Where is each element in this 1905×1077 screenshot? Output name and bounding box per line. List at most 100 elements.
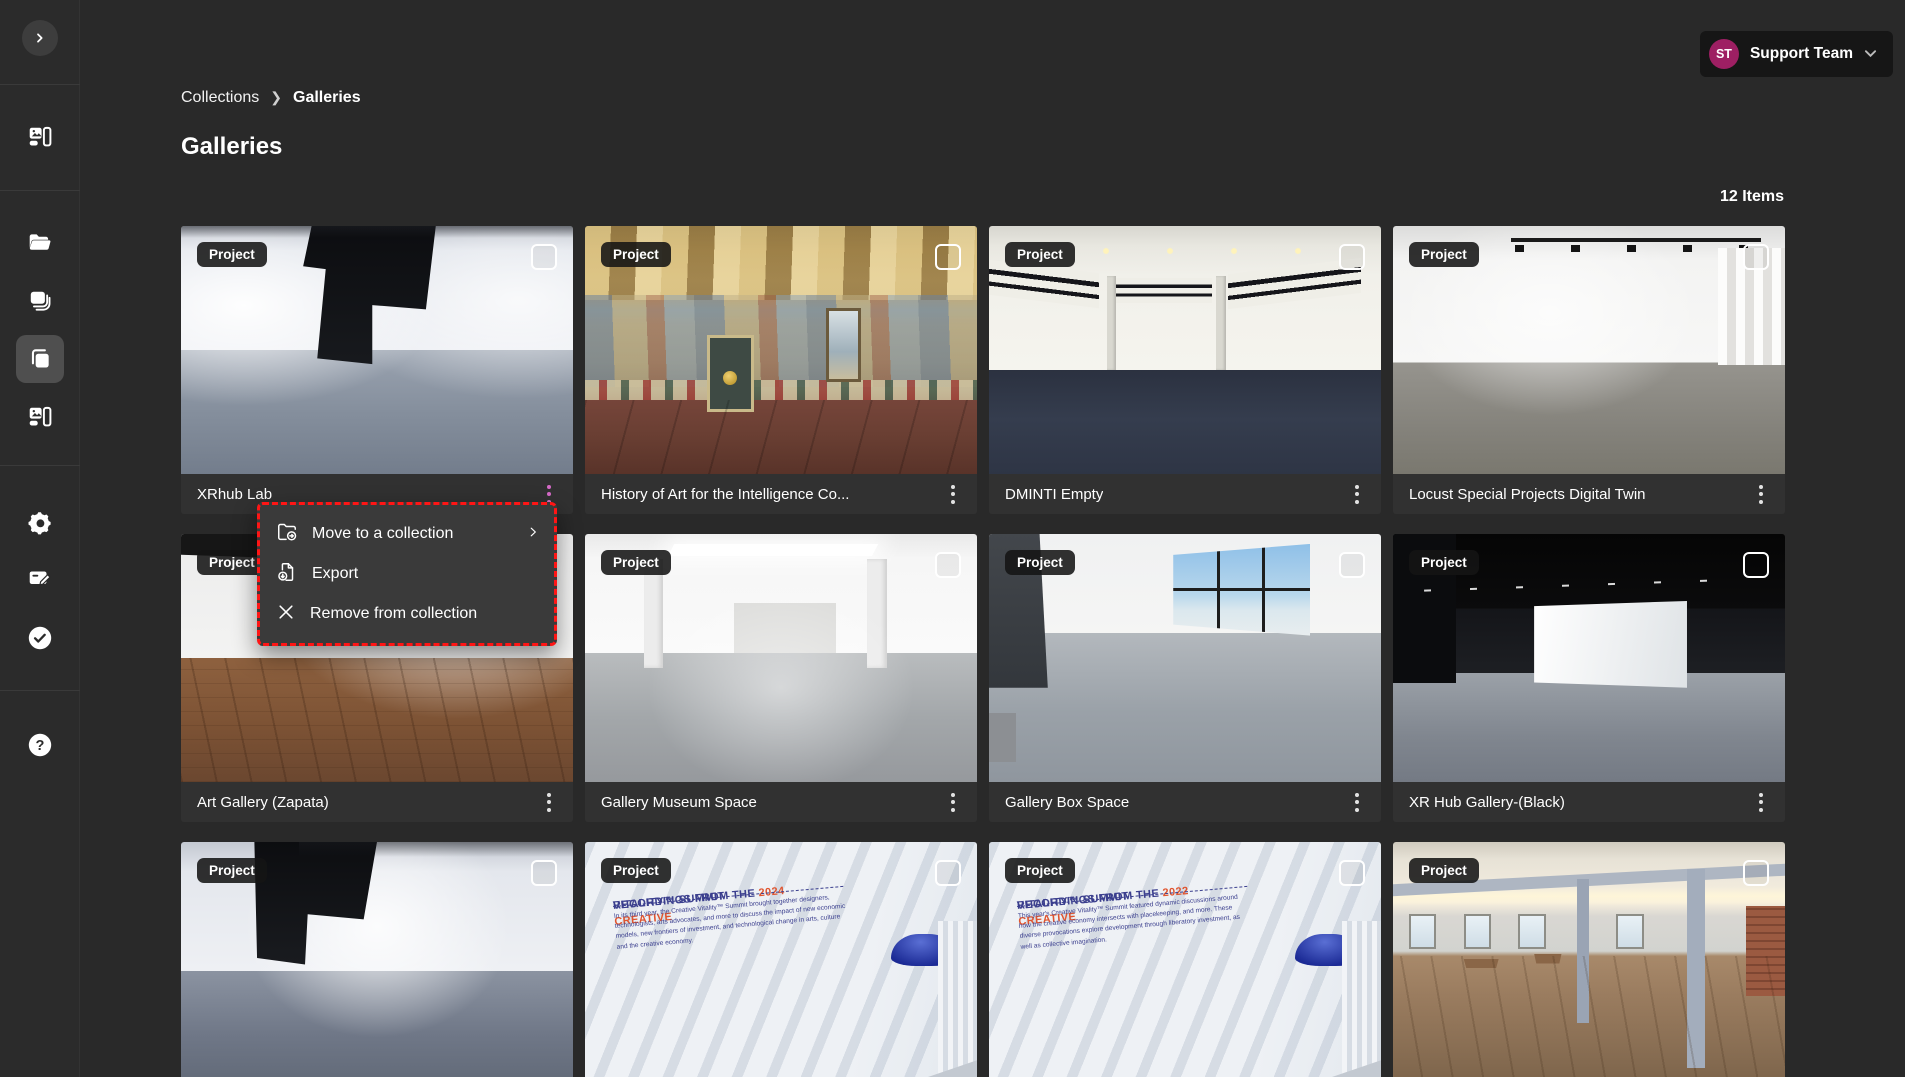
card-checkbox[interactable]	[1339, 244, 1365, 270]
check-circle-icon	[26, 624, 54, 652]
project-badge: Project	[601, 858, 671, 883]
sidebar-item-overview[interactable]	[16, 113, 64, 161]
sidebar-divider	[0, 465, 80, 466]
kebab-menu-icon[interactable]	[1747, 480, 1775, 508]
kebab-menu-icon[interactable]	[1343, 788, 1371, 816]
card-thumbnail: Project	[1393, 226, 1785, 474]
breadcrumb-galleries: Galleries	[293, 89, 361, 107]
page-title: Galleries	[181, 133, 282, 161]
menu-item-remove-from-collection[interactable]: Remove from collection	[260, 594, 554, 634]
sidebar-item-feedback[interactable]	[16, 554, 64, 602]
card-title: Art Gallery (Zapata)	[197, 794, 329, 811]
menu-item-move-to-collection[interactable]: Move to a collection	[260, 514, 554, 554]
card-checkbox[interactable]	[1743, 860, 1769, 886]
gallery-card[interactable]: Project DMINTI Empty	[989, 226, 1381, 514]
menu-item-export[interactable]: Export	[260, 554, 554, 594]
sidebar-item-galleries[interactable]	[16, 335, 64, 383]
copy-icon	[27, 346, 53, 372]
project-badge: Project	[601, 550, 671, 575]
card-thumbnail: Project	[181, 226, 573, 474]
kebab-menu-icon[interactable]	[535, 788, 563, 816]
card-thumbnail: RECORDINGS FROM THE 2024 CREATIVE VITALI…	[585, 842, 977, 1077]
card-checkbox[interactable]	[531, 860, 557, 886]
chevron-right-icon	[32, 30, 48, 46]
project-badge: Project	[1005, 858, 1075, 883]
gallery-card[interactable]: Project History of Art for the Intellige…	[585, 226, 977, 514]
project-badge: Project	[1005, 550, 1075, 575]
gallery-card[interactable]: Project	[181, 842, 573, 1077]
card-checkbox[interactable]	[1743, 552, 1769, 578]
gallery-grid: Project XRhub Lab Project History of Art…	[181, 226, 1785, 1077]
project-badge: Project	[197, 242, 267, 267]
gallery-card[interactable]: RECORDINGS FROM THE 2024 CREATIVE VITALI…	[585, 842, 977, 1077]
kebab-menu-icon[interactable]	[1747, 788, 1775, 816]
dashboard-icon	[27, 404, 53, 430]
breadcrumb-collections[interactable]: Collections	[181, 89, 259, 107]
menu-item-label: Move to a collection	[312, 525, 453, 543]
folder-open-icon	[27, 230, 53, 256]
card-checkbox[interactable]	[935, 244, 961, 270]
card-thumbnail: Project	[1393, 534, 1785, 782]
card-thumbnail: Project	[585, 226, 977, 474]
sidebar-item-help[interactable]: ?	[16, 721, 64, 769]
card-thumbnail: RECORDINGS FROM THE 2022 CREATIVE VITALI…	[989, 842, 1381, 1077]
sidebar-item-projects[interactable]	[16, 219, 64, 267]
gallery-card[interactable]: RECORDINGS FROM THE 2022 CREATIVE VITALI…	[989, 842, 1381, 1077]
dashboard-icon	[27, 124, 53, 150]
card-checkbox[interactable]	[935, 552, 961, 578]
user-menu[interactable]: ST Support Team	[1700, 31, 1893, 77]
project-badge: Project	[1005, 242, 1075, 267]
card-checkbox[interactable]	[1743, 244, 1769, 270]
sidebar-divider	[0, 690, 80, 691]
sidebar-divider	[0, 84, 80, 85]
breadcrumb: Collections ❯ Galleries	[181, 89, 361, 107]
sidebar-item-settings[interactable]	[16, 499, 64, 547]
menu-item-label: Export	[312, 565, 358, 583]
sidebar-expand-button[interactable]	[22, 20, 58, 56]
chevron-down-icon	[1864, 45, 1877, 63]
chevron-right-icon: ❯	[270, 89, 282, 106]
card-checkbox[interactable]	[1339, 860, 1365, 886]
kebab-menu-icon[interactable]	[939, 788, 967, 816]
close-icon	[276, 602, 296, 627]
card-thumbnail: Project	[989, 534, 1381, 782]
project-badge: Project	[1409, 242, 1479, 267]
card-checkbox[interactable]	[531, 244, 557, 270]
card-edit-icon	[27, 565, 53, 591]
card-thumbnail: Project	[1393, 842, 1785, 1077]
avatar: ST	[1709, 39, 1739, 69]
card-title: History of Art for the Intelligence Co..…	[601, 486, 849, 503]
user-name: Support Team	[1750, 45, 1853, 63]
card-title: XRhub Lab	[197, 486, 272, 503]
project-badge: Project	[197, 858, 267, 883]
card-thumbnail: Project	[989, 226, 1381, 474]
gallery-card[interactable]: Project	[1393, 842, 1785, 1077]
card-thumbnail: Project	[585, 534, 977, 782]
sidebar-item-templates[interactable]	[16, 393, 64, 441]
layers-icon	[27, 288, 53, 314]
project-badge: Project	[1409, 550, 1479, 575]
svg-text:?: ?	[36, 738, 45, 754]
project-badge: Project	[1409, 858, 1479, 883]
kebab-menu-icon[interactable]	[1343, 480, 1371, 508]
sidebar-divider	[0, 190, 80, 191]
card-title: DMINTI Empty	[1005, 486, 1103, 503]
kebab-menu-icon[interactable]	[939, 480, 967, 508]
sidebar: ?	[0, 0, 80, 1077]
sidebar-item-tasks[interactable]	[16, 614, 64, 662]
chevron-right-icon	[526, 525, 540, 544]
card-title: XR Hub Gallery-(Black)	[1409, 794, 1565, 811]
card-checkbox[interactable]	[935, 860, 961, 886]
card-title: Gallery Box Space	[1005, 794, 1129, 811]
card-checkbox[interactable]	[1339, 552, 1365, 578]
export-icon	[276, 561, 298, 588]
project-badge: Project	[601, 242, 671, 267]
sidebar-item-scenes[interactable]	[16, 277, 64, 325]
gallery-card[interactable]: Project XRhub Lab	[181, 226, 573, 514]
gallery-card[interactable]: Project Locust Special Projects Digital …	[1393, 226, 1785, 514]
gallery-card[interactable]: Project Gallery Museum Space	[585, 534, 977, 822]
card-thumbnail: Project	[181, 842, 573, 1077]
gallery-card[interactable]: Project Gallery Box Space	[989, 534, 1381, 822]
items-count: 12 Items	[1720, 188, 1784, 206]
gallery-card[interactable]: Project XR Hub Gallery-(Black)	[1393, 534, 1785, 822]
